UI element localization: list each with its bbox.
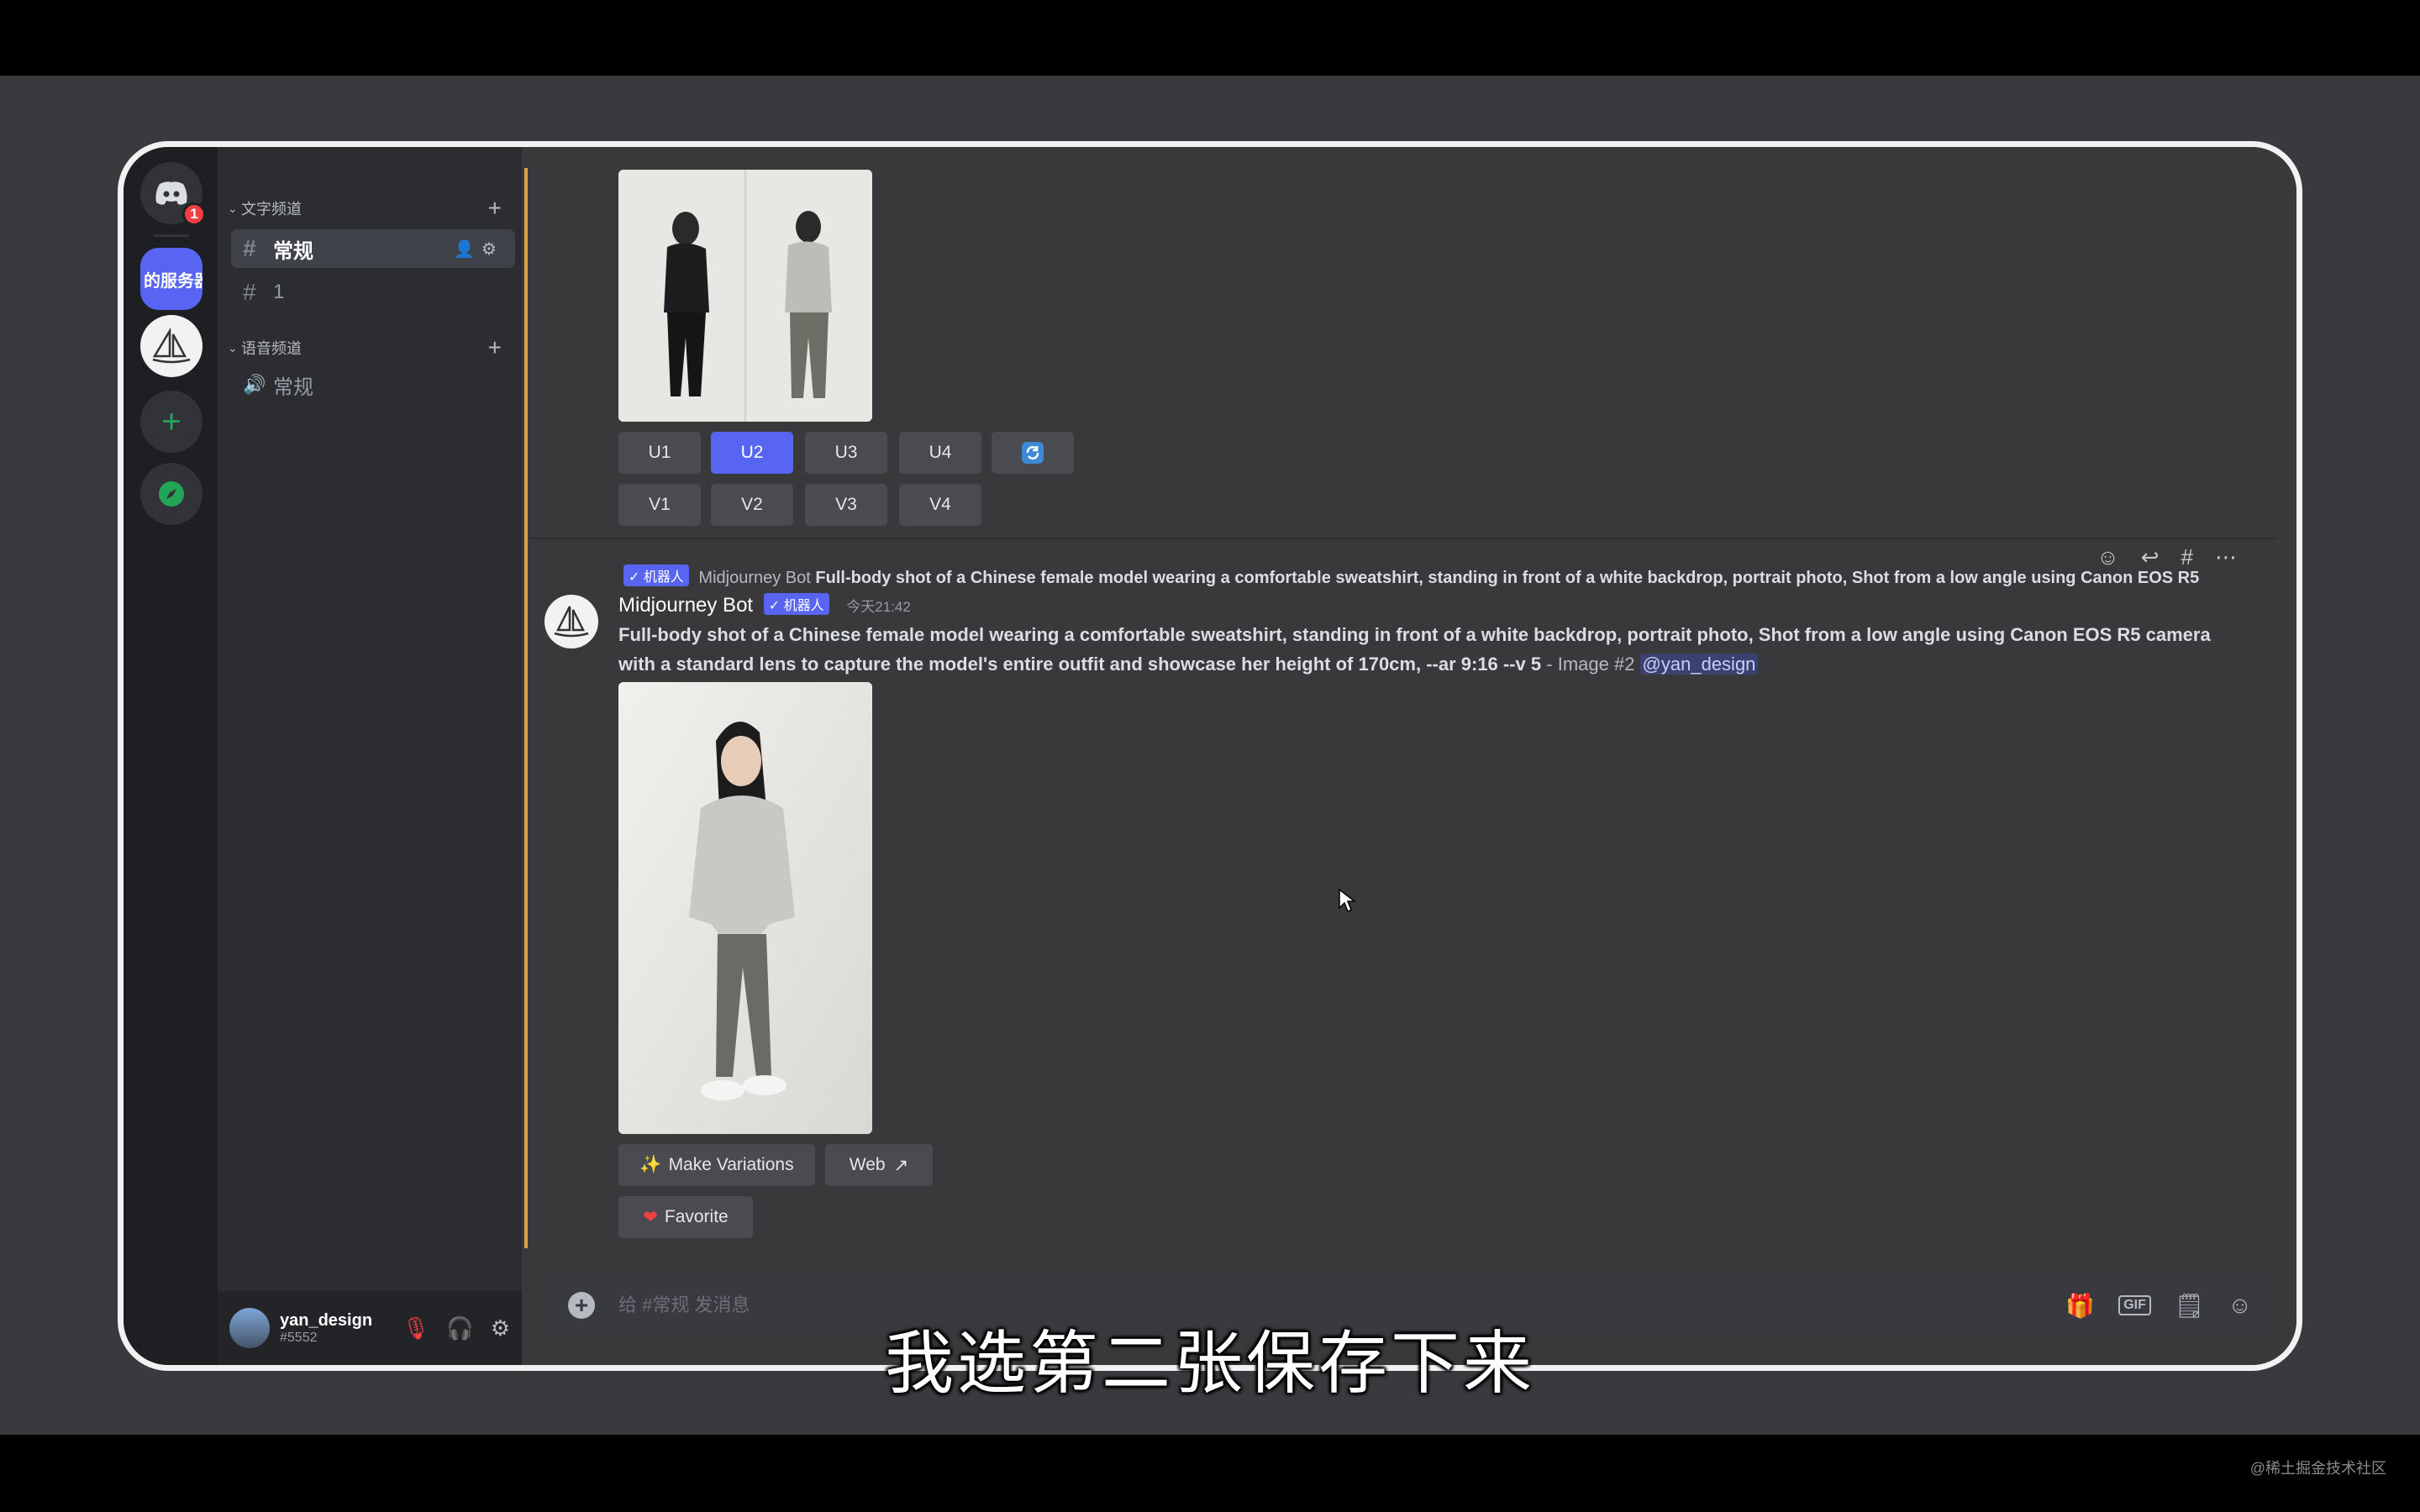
invite-settings-icons[interactable]: 👤⚙ <box>454 239 503 260</box>
highlight-bar <box>524 168 528 1248</box>
reply-preview[interactable]: ✓ 机器人 Midjourney Bot Full-body shot of a… <box>618 564 2215 588</box>
sailboat-icon <box>152 328 191 364</box>
v2-button[interactable]: V2 <box>711 484 793 526</box>
hash-icon: # <box>243 235 256 261</box>
channel-name: 常规 <box>273 375 313 399</box>
add-reaction-icon[interactable]: ☺ <box>2096 544 2119 570</box>
v1-button[interactable]: V1 <box>618 484 701 526</box>
message-hover-toolbar: ☺ ↩ # ⋯ <box>2096 544 2237 570</box>
u4-button[interactable]: U4 <box>899 432 981 474</box>
reply-text: Full-body shot of a Chinese female model… <box>815 569 2200 587</box>
v3-button[interactable]: V3 <box>805 484 887 526</box>
hash-icon: # <box>243 279 256 305</box>
create-thread-icon[interactable]: # <box>2181 544 2193 570</box>
category-label: 文字频道 <box>241 201 302 218</box>
discord-home-button[interactable]: 1 <box>140 162 206 226</box>
sparkles-icon: ✨ <box>639 1155 662 1174</box>
midjourney-server-icon[interactable] <box>140 315 203 377</box>
v4-button[interactable]: V4 <box>899 484 981 526</box>
channel-sidebar: ⌄ 文字频道 + # 常规 👤⚙ # 1 ⌄ 语音频道 + 🔊 常规 <box>218 147 522 1365</box>
bot-badge: ✓ 机器人 <box>623 564 689 586</box>
message-content: Full-body shot of a Chinese female model… <box>618 620 2215 679</box>
speaker-icon: 🔊 <box>243 374 266 395</box>
channel-name: 常规 <box>273 239 313 263</box>
channel-1[interactable]: # 1 <box>231 273 515 312</box>
message-divider <box>529 538 2277 539</box>
watermark: @稀土掘金技术社区 <box>2249 1460 2386 1477</box>
voice-channels-category[interactable]: ⌄ 语音频道 + <box>228 334 513 361</box>
add-server-icon[interactable]: + <box>140 391 203 453</box>
discord-window: 1 的服务器 + ⌄ 文字频道 + # 常规 👤⚙ <box>118 141 2302 1371</box>
text-channels-category[interactable]: ⌄ 文字频道 + <box>228 195 513 222</box>
favorite-label: Favorite <box>664 1207 729 1226</box>
server-rail: 1 的服务器 + <box>124 147 218 1365</box>
voice-channel-general[interactable]: 🔊 常规 <box>231 365 515 404</box>
message-header: Midjourney Bot ✓ 机器人 今天21:42 <box>618 593 911 617</box>
make-variations-button[interactable]: ✨ Make Variations <box>618 1144 815 1186</box>
channel-name: 1 <box>273 281 285 303</box>
video-subtitle: 我选第二张保存下来 <box>884 1324 1535 1404</box>
u1-button[interactable]: U1 <box>618 432 701 474</box>
explore-compass-icon[interactable] <box>140 463 203 525</box>
server-label: 的服务器 <box>144 271 203 291</box>
u2-button[interactable]: U2 <box>711 432 793 474</box>
bot-badge: ✓ 机器人 <box>763 593 829 615</box>
rail-divider <box>154 234 189 237</box>
web-label: Web <box>849 1155 886 1174</box>
letterbox-bottom <box>0 1435 2420 1512</box>
my-server-icon[interactable]: 的服务器 <box>140 248 203 310</box>
message-timestamp: 今天21:42 <box>846 599 911 615</box>
add-channel-icon[interactable]: + <box>488 195 502 222</box>
letterbox-top <box>0 0 2420 76</box>
external-link-icon: ↗ <box>893 1155 909 1175</box>
chevron-down-icon: ⌄ <box>228 340 238 354</box>
more-options-icon[interactable]: ⋯ <box>2215 544 2237 570</box>
refresh-icon <box>1022 442 1044 464</box>
prompt-text: Full-body shot of a Chinese female model… <box>618 624 2211 675</box>
channel-general[interactable]: # 常规 👤⚙ <box>231 229 515 268</box>
u3-button[interactable]: U3 <box>805 432 887 474</box>
reply-author: Midjourney Bot <box>698 569 811 587</box>
category-label: 语音频道 <box>241 340 302 357</box>
sailboat-icon <box>554 606 589 638</box>
upscaled-image-art <box>618 682 872 1134</box>
heart-icon: ❤ <box>643 1207 658 1227</box>
discord-logo-icon <box>155 181 187 205</box>
notification-badge: 1 <box>182 202 206 226</box>
bot-avatar[interactable] <box>544 595 598 648</box>
add-channel-icon[interactable]: + <box>488 334 502 361</box>
web-button[interactable]: Web ↗ <box>825 1144 933 1186</box>
reply-icon[interactable]: ↩ <box>2141 544 2160 570</box>
grid-image-art <box>618 170 872 422</box>
make-variations-label: Make Variations <box>668 1155 794 1174</box>
chevron-down-icon: ⌄ <box>228 201 238 215</box>
favorite-button[interactable]: ❤ Favorite <box>618 1196 753 1238</box>
video-frame: 1 的服务器 + ⌄ 文字频道 + # 常规 👤⚙ <box>0 0 2420 1512</box>
user-mention[interactable]: @yan_design <box>1639 654 1759 675</box>
mouse-cursor-icon <box>1339 888 1356 913</box>
reroll-button[interactable] <box>992 432 1074 474</box>
upscaled-image[interactable] <box>618 682 872 1134</box>
grid-image[interactable] <box>618 170 872 422</box>
image-number: - Image #2 <box>1541 654 1640 675</box>
message-author[interactable]: Midjourney Bot <box>618 594 753 617</box>
